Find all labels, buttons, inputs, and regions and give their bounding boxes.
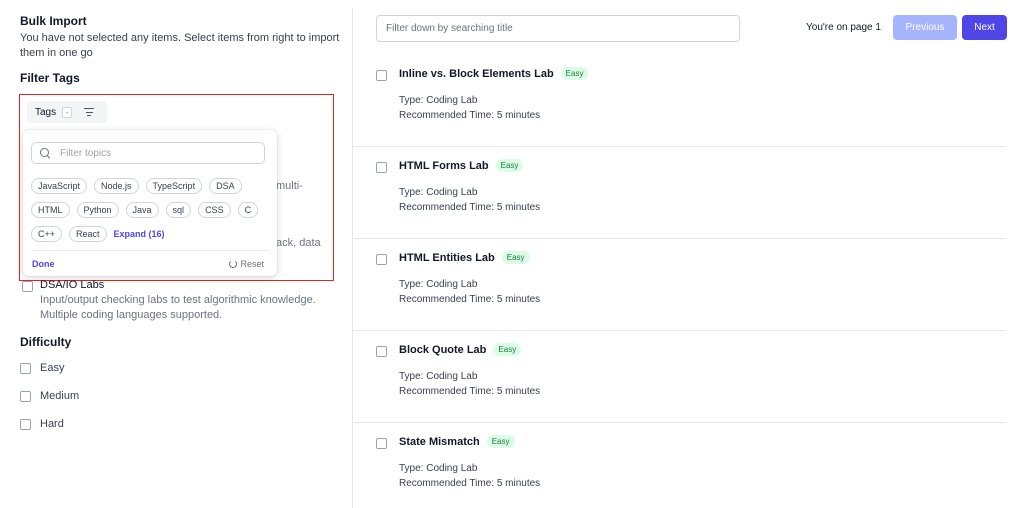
dsa-checkbox[interactable] (22, 281, 33, 292)
difficulty-checkbox[interactable] (20, 362, 31, 374)
topic-chip[interactable]: Python (76, 202, 119, 218)
difficulty-badge: Easy (501, 251, 530, 264)
lab-item: State Mismatch Easy Type: Coding Lab Rec… (354, 423, 1006, 508)
expand-topics-link[interactable]: Expand (16) (114, 226, 165, 242)
difficulty-checkbox[interactable] (20, 418, 31, 430)
lab-checkbox[interactable] (376, 254, 387, 265)
tags-filter-button[interactable]: Tags - (27, 101, 107, 123)
lab-time: Recommended Time: 5 minutes (399, 110, 541, 121)
lab-checkbox[interactable] (376, 162, 387, 173)
lab-title-row: Block Quote Lab Easy (399, 343, 522, 356)
difficulty-label: Hard (40, 418, 64, 430)
lab-type: Type: Coding Lab (399, 371, 478, 382)
lab-title-row: HTML Entities Lab Easy (399, 251, 530, 264)
lab-item: Inline vs. Block Elements Lab Easy Type:… (354, 55, 1006, 147)
difficulty-heading: Difficulty (20, 335, 72, 349)
chip-row: HTML Python Java sql CSS C (31, 202, 259, 218)
lab-title: State Mismatch (399, 435, 480, 448)
filter-icon (84, 107, 95, 117)
topic-chip[interactable]: Node.js (94, 178, 139, 194)
title-search-input[interactable] (376, 15, 740, 42)
dsa-description: Input/output checking labs to test algor… (40, 294, 316, 321)
lab-checkbox[interactable] (376, 346, 387, 357)
lab-title-row: Inline vs. Block Elements Lab Easy (399, 67, 589, 80)
bulk-import-title: Bulk Import (20, 14, 87, 28)
topic-search-box[interactable] (31, 142, 265, 164)
lab-item: Block Quote Lab Easy Type: Coding Lab Re… (354, 331, 1006, 423)
filter-tags-heading: Filter Tags (20, 71, 80, 85)
next-button[interactable]: Next (962, 15, 1007, 40)
lab-title: HTML Forms Lab (399, 159, 489, 172)
topic-chip[interactable]: HTML (31, 202, 70, 218)
sidebar: Bulk Import You have not selected any it… (0, 0, 352, 508)
topic-chip[interactable]: C (237, 202, 259, 218)
reset-icon (229, 260, 238, 268)
topic-chip[interactable]: React (69, 226, 107, 242)
lab-type: Type: Coding Lab (399, 463, 478, 474)
lab-type: Type: Coding Lab (399, 187, 478, 198)
lab-title-row: HTML Forms Lab Easy (399, 159, 524, 172)
lab-item: HTML Entities Lab Easy Type: Coding Lab … (354, 239, 1006, 331)
lab-checkbox[interactable] (376, 438, 387, 449)
lab-type: Type: Coding Lab (399, 279, 478, 290)
difficulty-badge: Easy (486, 435, 515, 448)
panel-divider (352, 8, 353, 508)
dropdown-divider (31, 250, 269, 251)
difficulty-option-easy[interactable]: Easy (20, 362, 64, 374)
lab-title: HTML Entities Lab (399, 251, 495, 264)
reset-label: Reset (240, 259, 264, 269)
lab-time: Recommended Time: 5 minutes (399, 202, 541, 213)
lab-item: HTML Forms Lab Easy Type: Coding Lab Rec… (354, 147, 1006, 239)
difficulty-checkbox[interactable] (20, 390, 31, 402)
lab-time: Recommended Time: 5 minutes (399, 386, 541, 397)
lab-title: Block Quote Lab (399, 343, 487, 356)
topic-chip[interactable]: TypeScript (145, 178, 203, 194)
difficulty-option-hard[interactable]: Hard (20, 418, 64, 430)
topic-chip[interactable]: sql (165, 202, 192, 218)
topic-search-input[interactable] (60, 147, 250, 159)
tags-button-label: Tags (35, 106, 57, 118)
difficulty-option-medium[interactable]: Medium (20, 390, 79, 402)
reset-button[interactable]: Reset (229, 259, 264, 269)
tags-count-badge: - (62, 106, 73, 118)
search-icon (40, 147, 51, 159)
chip-row: JavaScript Node.js TypeScript DSA (31, 178, 242, 194)
page-indicator: You're on page 1 (806, 22, 881, 33)
lab-time: Recommended Time: 5 minutes (399, 294, 541, 305)
previous-button[interactable]: Previous (893, 15, 957, 40)
difficulty-badge: Easy (560, 67, 589, 80)
difficulty-badge: Easy (495, 159, 524, 172)
lab-title-row: State Mismatch Easy (399, 435, 515, 448)
difficulty-label: Easy (40, 362, 65, 374)
topic-chip[interactable]: DSA (209, 178, 242, 194)
topic-chip[interactable]: CSS (198, 202, 231, 218)
dsa-label: DSA/IO Labs (40, 279, 105, 291)
topic-chip[interactable]: JavaScript (31, 178, 88, 194)
lab-type: Type: Coding Lab (399, 95, 478, 106)
lab-time: Recommended Time: 5 minutes (399, 478, 541, 489)
difficulty-badge: Easy (493, 343, 522, 356)
topic-chip[interactable]: C++ (31, 226, 63, 242)
done-button[interactable]: Done (32, 259, 55, 269)
lab-title: Inline vs. Block Elements Lab (399, 67, 554, 80)
chip-row: C++ React Expand (16) (31, 226, 165, 242)
bulk-import-description: You have not selected any items. Select … (20, 32, 340, 59)
tags-dropdown: JavaScript Node.js TypeScript DSA HTML P… (23, 130, 277, 276)
difficulty-label: Medium (40, 390, 80, 402)
topic-chip[interactable]: Java (125, 202, 159, 218)
lab-checkbox[interactable] (376, 70, 387, 81)
